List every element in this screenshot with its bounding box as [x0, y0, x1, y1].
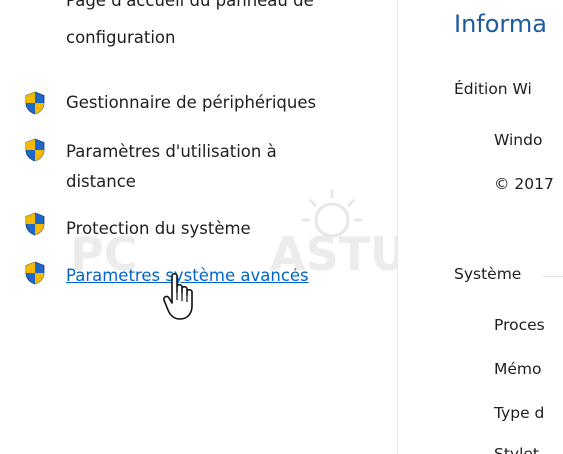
- uac-shield-icon: [25, 261, 45, 285]
- remote-settings-label-line1[interactable]: Paramètres d'utilisation à: [66, 138, 277, 166]
- hand-pointer-cursor-icon: [163, 272, 193, 320]
- home-link-config[interactable]: configuration: [66, 28, 175, 47]
- memory-row-label: Mémo: [494, 360, 542, 378]
- page-title: Informa: [454, 10, 547, 38]
- device-manager-label[interactable]: Gestionnaire de périphériques: [66, 89, 316, 117]
- processor-row-label: Proces: [494, 316, 545, 334]
- cut-off-home-link[interactable]: Page d'accueil du panneau de: [66, 0, 314, 10]
- uac-shield-icon: [25, 138, 45, 162]
- section-divider: [543, 276, 563, 277]
- left-navigation-panel: Page d'accueil du panneau de configurati…: [0, 0, 396, 454]
- system-type-row-label: Type d: [494, 404, 545, 422]
- pen-touch-row-label: Stylet: [494, 445, 540, 454]
- remote-settings-label-line2[interactable]: distance: [66, 168, 136, 196]
- system-protection-label[interactable]: Protection du système: [66, 215, 251, 243]
- copyright-value: © 2017: [494, 175, 554, 193]
- system-info-panel: Informa Édition Wi Windo © 2017 Système …: [398, 0, 563, 454]
- windows-edition-header: Édition Wi: [454, 80, 532, 98]
- windows-version-value: Windo: [494, 131, 543, 149]
- uac-shield-icon: [25, 212, 45, 236]
- system-section-header: Système: [454, 265, 522, 283]
- uac-shield-icon: [25, 91, 45, 115]
